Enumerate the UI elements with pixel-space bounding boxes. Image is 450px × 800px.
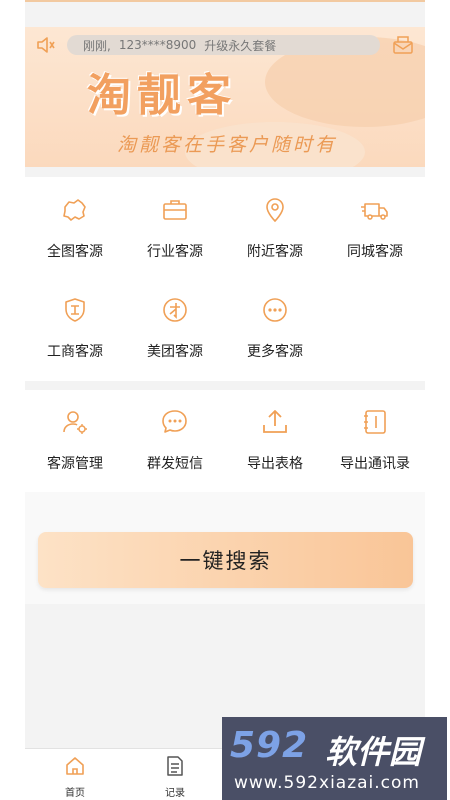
notice-action: 升级永久套餐 <box>204 38 277 53</box>
tools-grid: 客源管理 群发短信 导出表格 导出通讯录 <box>25 390 425 492</box>
top-divider <box>25 0 425 2</box>
grid-item-business[interactable]: 工商客源 <box>25 293 125 361</box>
grid-item-label: 群发短信 <box>147 456 203 472</box>
notice-time: 刚刚, <box>83 38 111 53</box>
grid-item-label: 更多客源 <box>247 344 303 360</box>
one-click-search-button[interactable]: 一键搜索 <box>38 532 413 588</box>
delivery-truck-icon <box>358 193 392 227</box>
watermark-logo: 592 <box>230 725 309 766</box>
tab-home[interactable]: 首页 <box>25 755 125 799</box>
map-icon <box>58 193 92 227</box>
notice-marquee: 刚刚, 123****8900 升级永久套餐 <box>67 35 380 55</box>
notice-phone: 123****8900 <box>118 38 197 52</box>
brand-title: 淘靓客 <box>87 70 237 121</box>
document-icon <box>164 755 186 781</box>
grid-item-label: 美团客源 <box>147 344 203 360</box>
home-icon <box>64 755 86 781</box>
grid-item-label: 全图客源 <box>47 244 103 260</box>
business-shield-icon <box>58 293 92 327</box>
mail-icon[interactable] <box>391 33 415 57</box>
promo-banner[interactable]: 刚刚, 123****8900 升级永久套餐 淘靓客 淘靓客在手客户随时有 <box>25 27 425 167</box>
grid-item-label: 行业客源 <box>147 244 203 260</box>
brand-slogan: 淘靓客在手客户随时有 <box>117 134 338 156</box>
grid-item-same-city[interactable]: 同城客源 <box>325 193 425 261</box>
app-screen: 刚刚, 123****8900 升级永久套餐 淘靓客 淘靓客在手客户随时有 全图… <box>25 0 425 800</box>
grid-item-label: 同城客源 <box>347 244 403 260</box>
chat-bubble-icon <box>158 405 192 439</box>
grid-item-industry[interactable]: 行业客源 <box>125 193 225 261</box>
grid-item-label: 附近客源 <box>247 244 303 260</box>
search-area: 一键搜索 <box>25 492 425 604</box>
grid-item-bulk-sms[interactable]: 群发短信 <box>125 405 225 473</box>
upload-icon <box>258 405 292 439</box>
grid-item-label: 客源管理 <box>47 456 103 472</box>
grid-item-full-map[interactable]: 全图客源 <box>25 193 125 261</box>
grid-item-export-contacts[interactable]: 导出通讯录 <box>325 405 425 473</box>
watermark-name: 软件园 <box>325 733 422 771</box>
source-grid: 全图客源 行业客源 附近客源 同城客源 工商客源 美团客源 更多客源 <box>25 177 425 381</box>
grid-item-label: 导出表格 <box>247 456 303 472</box>
grid-item-export-sheet[interactable]: 导出表格 <box>225 405 325 473</box>
meituan-icon <box>158 293 192 327</box>
address-book-icon <box>358 405 392 439</box>
notice-bar[interactable]: 刚刚, 123****8900 升级永久套餐 <box>35 33 415 57</box>
watermark-url: www.592xiazai.com <box>234 773 420 793</box>
more-dots-icon <box>258 293 292 327</box>
briefcase-icon <box>158 193 192 227</box>
tab-label: 首页 <box>65 788 85 799</box>
grid-item-label: 导出通讯录 <box>340 456 410 472</box>
site-watermark: 592 软件园 www.592xiazai.com <box>222 717 447 800</box>
grid-item-more[interactable]: 更多客源 <box>225 293 325 361</box>
tab-label: 记录 <box>165 788 185 799</box>
tab-records[interactable]: 记录 <box>125 755 225 799</box>
grid-item-customer-manage[interactable]: 客源管理 <box>25 405 125 473</box>
location-pin-icon <box>258 193 292 227</box>
user-manage-icon <box>58 405 92 439</box>
speaker-icon <box>35 34 57 56</box>
grid-item-nearby[interactable]: 附近客源 <box>225 193 325 261</box>
grid-item-meituan[interactable]: 美团客源 <box>125 293 225 361</box>
grid-item-label: 工商客源 <box>47 344 103 360</box>
